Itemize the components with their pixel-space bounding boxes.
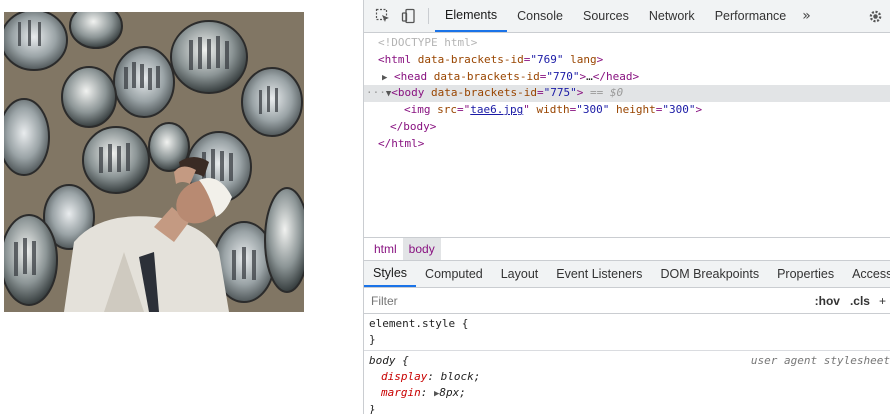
dom-doctype[interactable]: <!DOCTYPE html> — [364, 35, 890, 52]
filter-input[interactable] — [371, 294, 810, 308]
dom-node-head[interactable]: ▶ <head data-brackets-id="770">…</head> — [364, 69, 890, 86]
margin-declaration[interactable]: margin: ▶8px; — [369, 385, 885, 402]
subtab-event-listeners[interactable]: Event Listeners — [547, 261, 651, 287]
element-style-selector: element.style { — [369, 317, 469, 330]
dom-body-close[interactable]: </body> — [364, 119, 890, 136]
user-agent-stylesheet-label: user agent stylesheet — [750, 354, 890, 367]
tab-console[interactable]: Console — [507, 0, 573, 32]
inspect-element-icon[interactable] — [370, 0, 396, 32]
device-toolbar-icon[interactable] — [396, 0, 422, 32]
styles-rules: element.style { } body { user agent styl… — [364, 314, 890, 414]
hov-button[interactable]: :hov — [810, 294, 845, 308]
subtab-computed[interactable]: Computed — [416, 261, 492, 287]
dom-html-close[interactable]: </html> — [364, 136, 890, 153]
main-image — [4, 12, 304, 312]
subtab-properties[interactable]: Properties — [768, 261, 843, 287]
body-ua-rule[interactable]: body { user agent stylesheet display: bl… — [364, 351, 890, 414]
dom-tree: <!DOCTYPE html> <html data-brackets-id="… — [364, 33, 890, 236]
expand-arrow-icon[interactable]: ▶ — [382, 73, 387, 83]
settings-gear-icon[interactable] — [860, 0, 890, 33]
toolbar-divider — [428, 8, 429, 24]
tab-sources[interactable]: Sources — [573, 0, 639, 32]
page-viewport — [0, 0, 363, 414]
dom-node-html[interactable]: <html data-brackets-id="769" lang> — [364, 52, 890, 69]
element-style-close: } — [369, 333, 376, 346]
dom-node-img[interactable]: <img src="tae6.jpg" width="300" height="… — [364, 102, 890, 119]
devtools-panel: Elements Console Sources Network Perform… — [363, 0, 890, 414]
styles-subtabs: Styles Computed Layout Event Listeners D… — [364, 261, 890, 288]
body-rule-close: } — [369, 403, 376, 414]
img-src-link[interactable]: tae6.jpg — [470, 103, 523, 116]
styles-filter-bar: :hov .cls + — [364, 289, 890, 314]
display-declaration[interactable]: display: block; — [369, 369, 885, 385]
breadcrumb: html body — [364, 237, 890, 261]
breadcrumb-html[interactable]: html — [368, 238, 403, 260]
subtab-accessibility[interactable]: Accessibility — [843, 261, 890, 287]
dom-node-body-selected[interactable]: ···▼<body data-brackets-id="775"> == $0 — [364, 85, 890, 103]
subtab-dom-breakpoints[interactable]: DOM Breakpoints — [651, 261, 768, 287]
new-rule-button[interactable]: + — [875, 294, 890, 308]
tab-elements[interactable]: Elements — [435, 0, 508, 32]
devtools-toolbar: Elements Console Sources Network Perform… — [364, 0, 890, 33]
more-tabs-button[interactable]: » — [796, 0, 817, 32]
tab-network[interactable]: Network — [639, 0, 705, 32]
mirrors-photo — [4, 12, 304, 312]
subtab-layout[interactable]: Layout — [492, 261, 548, 287]
cls-button[interactable]: .cls — [845, 294, 875, 308]
element-style-rule[interactable]: element.style { } — [364, 314, 890, 351]
tab-performance[interactable]: Performance — [705, 0, 797, 32]
subtab-styles[interactable]: Styles — [364, 261, 417, 287]
breadcrumb-body[interactable]: body — [402, 238, 441, 260]
